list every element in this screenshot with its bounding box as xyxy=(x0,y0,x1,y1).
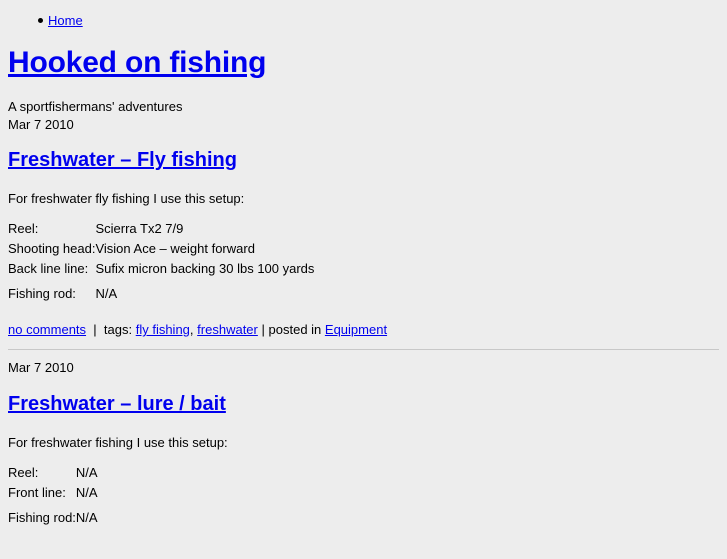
post-title-2: Freshwater – lure / bait xyxy=(8,392,226,416)
table-row: Front line: N/A xyxy=(8,483,98,503)
site-tagline-date: Mar 7 2010 xyxy=(8,117,74,132)
spec-value: Scierra Tx2 7/9 xyxy=(95,221,184,236)
primary-navigation: Home xyxy=(0,14,727,28)
spec-label: Fishing rod: xyxy=(8,510,76,525)
table-row: Fishing rod: N/A xyxy=(8,503,98,528)
site-tagline: A sportfishermans' adventures xyxy=(8,99,183,114)
post-title-link-1[interactable]: Freshwater – Fly fishing xyxy=(8,149,237,171)
spec-value: Sufix micron backing 30 lbs 100 yards xyxy=(95,261,315,276)
spec-label: Fishing rod: xyxy=(8,286,76,301)
spec-label: Shooting head: xyxy=(8,241,96,256)
spec-label: Reel: xyxy=(8,465,39,480)
post-title-1: Freshwater – Fly fishing xyxy=(8,148,237,172)
site-title-link[interactable]: Hooked on fishing xyxy=(8,46,266,79)
tag-separator: , xyxy=(189,322,194,337)
table-row: Shooting head: Vision Ace – weight forwa… xyxy=(8,239,314,259)
post-date-2: Mar 7 2010 xyxy=(8,360,74,375)
spec-value: N/A xyxy=(95,286,118,301)
spec-label: Back line line: xyxy=(8,261,89,276)
post-title-link-2[interactable]: Freshwater – lure / bait xyxy=(8,393,226,415)
spec-value: N/A xyxy=(75,465,98,480)
nav-item-home[interactable]: Home xyxy=(0,14,727,28)
table-row: Reel: Scierra Tx2 7/9 xyxy=(8,219,314,239)
table-row: Fishing rod: N/A xyxy=(8,279,314,304)
spec-label: Front line: xyxy=(8,485,66,500)
spec-value: N/A xyxy=(75,485,98,500)
post-meta-1: no comments | tags: fly fishing, freshwa… xyxy=(8,321,387,338)
spec-label: Reel: xyxy=(8,221,39,236)
spec-table-1: Reel: Scierra Tx2 7/9 Shooting head: Vis… xyxy=(8,219,314,304)
tag-link-freshwater[interactable]: freshwater xyxy=(197,322,258,337)
post-intro-1: For freshwater fly fishing I use this se… xyxy=(8,191,245,206)
table-row: Back line line: Sufix micron backing 30 … xyxy=(8,259,314,279)
comments-link[interactable]: no comments xyxy=(8,322,86,337)
spec-value: N/A xyxy=(75,510,98,525)
site-title: Hooked on fishing xyxy=(8,46,266,80)
bullet-icon xyxy=(38,18,43,23)
tags-label: tags: xyxy=(103,322,133,337)
post-intro-2: For freshwater fishing I use this setup: xyxy=(8,435,228,450)
category-link-equipment[interactable]: Equipment xyxy=(325,322,387,337)
post-divider xyxy=(8,349,719,350)
tag-link-fly-fishing[interactable]: fly fishing xyxy=(136,322,190,337)
table-row: Reel: N/A xyxy=(8,463,98,483)
spec-value: Vision Ace – weight forward xyxy=(95,241,255,256)
posted-in-label: posted in xyxy=(268,322,322,337)
nav-link-home[interactable]: Home xyxy=(48,13,83,28)
spec-table-2: Reel: N/A Front line: N/A Fishing rod: N… xyxy=(8,463,98,528)
